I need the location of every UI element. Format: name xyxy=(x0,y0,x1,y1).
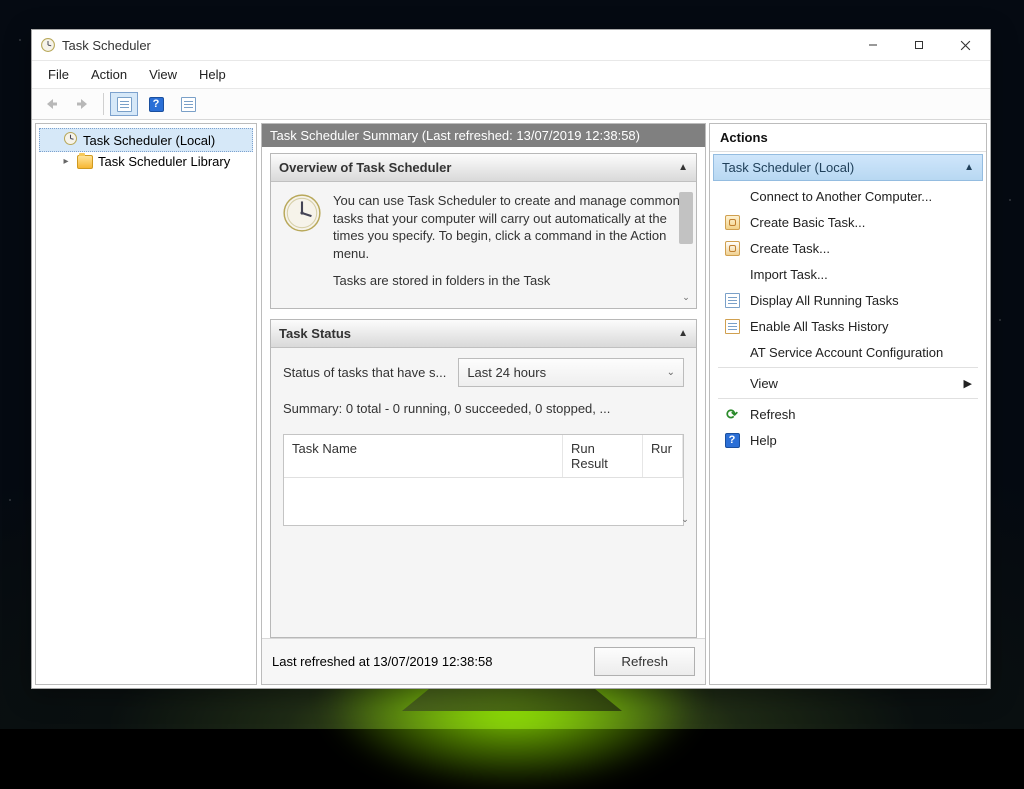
toolbar-help-button[interactable]: ? xyxy=(142,92,170,116)
tree-library-node[interactable]: ▸ Task Scheduler Library xyxy=(36,152,256,171)
task-status-section: Task Status ▲ Status of tasks that have … xyxy=(270,319,697,638)
help-icon: ? xyxy=(149,97,164,112)
help-icon: ? xyxy=(724,432,740,448)
overview-clock-icon xyxy=(281,192,323,302)
actions-scope-header[interactable]: Task Scheduler (Local) ▲ xyxy=(713,154,983,181)
summary-header: Task Scheduler Summary (Last refreshed: … xyxy=(262,124,705,147)
chevron-down-icon: ⌄ xyxy=(667,367,675,378)
nav-forward-button[interactable] xyxy=(69,92,97,116)
status-range-dropdown[interactable]: Last 24 hours ⌄ xyxy=(458,358,684,387)
toolbar-separator xyxy=(103,93,104,115)
scrollbar-down-icon[interactable]: ⌄ xyxy=(678,512,692,526)
task-status-body: Status of tasks that have s... Last 24 h… xyxy=(271,348,696,530)
window-title: Task Scheduler xyxy=(62,38,151,53)
action-label: View xyxy=(750,376,778,391)
refresh-icon: ⟳ xyxy=(724,406,740,422)
menubar: File Action View Help xyxy=(32,60,990,89)
overview-title: Overview of Task Scheduler xyxy=(279,160,451,175)
action-separator xyxy=(718,398,978,399)
scrollbar-down-icon[interactable]: ⌄ xyxy=(679,290,693,304)
task-scheduler-window: Task Scheduler File Action View Help xyxy=(31,29,991,689)
task-table: Task Name Run Result Rur xyxy=(283,434,684,526)
chevron-right-icon[interactable]: ▸ xyxy=(60,156,72,167)
col-run-result[interactable]: Run Result xyxy=(563,435,643,477)
actions-scope-label: Task Scheduler (Local) xyxy=(722,160,854,175)
titlebar[interactable]: Task Scheduler xyxy=(32,30,990,60)
menu-help[interactable]: Help xyxy=(189,65,236,84)
actions-list: Connect to Another Computer... Create Ba… xyxy=(710,181,986,455)
tree-root-label: Task Scheduler (Local) xyxy=(83,133,215,148)
tree-root-clock-icon xyxy=(63,131,78,149)
action-enable-history[interactable]: Enable All Tasks History xyxy=(710,313,986,339)
refresh-button[interactable]: Refresh xyxy=(594,647,695,676)
folder-icon xyxy=(77,155,93,169)
action-create-basic-task[interactable]: Create Basic Task... xyxy=(710,209,986,235)
app-clock-icon xyxy=(40,37,56,53)
actions-pane: Actions Task Scheduler (Local) ▲ Connect… xyxy=(709,123,987,685)
action-create-task[interactable]: Create Task... xyxy=(710,235,986,261)
scrollbar-thumb[interactable] xyxy=(679,192,693,244)
menu-file[interactable]: File xyxy=(38,65,79,84)
overview-header[interactable]: Overview of Task Scheduler ▲ xyxy=(271,154,696,182)
action-view-submenu[interactable]: View ▶ xyxy=(710,370,986,396)
task-status-title: Task Status xyxy=(279,326,351,341)
action-connect-computer[interactable]: Connect to Another Computer... xyxy=(710,183,986,209)
actions-title: Actions xyxy=(710,124,986,152)
action-label: Connect to Another Computer... xyxy=(750,189,932,204)
action-label: Display All Running Tasks xyxy=(750,293,899,308)
dropdown-value: Last 24 hours xyxy=(467,365,546,380)
toolbar: ? xyxy=(32,89,990,120)
collapse-caret-icon: ▲ xyxy=(678,162,688,173)
action-label: AT Service Account Configuration xyxy=(750,345,943,360)
basic-task-icon xyxy=(724,214,740,230)
action-label: Enable All Tasks History xyxy=(750,319,889,334)
maximize-button[interactable] xyxy=(896,30,942,60)
overview-section: Overview of Task Scheduler ▲ xyxy=(270,153,697,309)
action-separator xyxy=(718,367,978,368)
menu-action[interactable]: Action xyxy=(81,65,137,84)
action-label: Help xyxy=(750,433,777,448)
action-label: Refresh xyxy=(750,407,796,422)
task-table-header-row: Task Name Run Result Rur xyxy=(284,435,683,478)
action-display-running[interactable]: Display All Running Tasks xyxy=(710,287,986,313)
minimize-button[interactable] xyxy=(850,30,896,60)
show-hide-action-pane-button[interactable] xyxy=(174,92,202,116)
overview-body: You can use Task Scheduler to create and… xyxy=(271,182,696,308)
tree-library-label: Task Scheduler Library xyxy=(98,154,230,169)
overview-paragraph-1: You can use Task Scheduler to create and… xyxy=(333,192,686,262)
show-hide-console-tree-button[interactable] xyxy=(110,92,138,116)
action-pane-icon xyxy=(181,97,196,112)
action-label: Create Basic Task... xyxy=(750,215,865,230)
create-task-icon xyxy=(724,240,740,256)
menu-view[interactable]: View xyxy=(139,65,187,84)
overview-paragraph-2: Tasks are stored in folders in the Task xyxy=(333,272,686,290)
col-run-truncated[interactable]: Rur xyxy=(643,435,683,477)
overview-text: You can use Task Scheduler to create and… xyxy=(333,192,686,302)
tree-pane: ▸ Task Scheduler (Local) ▸ Task Schedule… xyxy=(35,123,257,685)
content-area: ▸ Task Scheduler (Local) ▸ Task Schedule… xyxy=(32,120,990,688)
status-range-label: Status of tasks that have s... xyxy=(283,365,446,380)
window-controls xyxy=(850,30,988,60)
running-tasks-icon xyxy=(724,292,740,308)
action-label: Import Task... xyxy=(750,267,828,282)
task-status-header[interactable]: Task Status ▲ xyxy=(271,320,696,348)
status-summary-line: Summary: 0 total - 0 running, 0 succeede… xyxy=(283,401,684,416)
action-at-service-config[interactable]: AT Service Account Configuration xyxy=(710,339,986,365)
col-task-name[interactable]: Task Name xyxy=(284,435,563,477)
history-icon xyxy=(724,318,740,334)
console-tree-icon xyxy=(117,97,132,112)
tree-root-node[interactable]: ▸ Task Scheduler (Local) xyxy=(39,128,253,152)
submenu-arrow-icon: ▶ xyxy=(964,377,972,390)
action-import-task[interactable]: Import Task... xyxy=(710,261,986,287)
action-label: Create Task... xyxy=(750,241,830,256)
action-refresh[interactable]: ⟳ Refresh xyxy=(710,401,986,427)
summary-pane: Task Scheduler Summary (Last refreshed: … xyxy=(261,123,706,685)
collapse-caret-icon: ▲ xyxy=(678,328,688,339)
nav-back-button[interactable] xyxy=(37,92,65,116)
action-help[interactable]: ? Help xyxy=(710,427,986,453)
collapse-caret-icon: ▲ xyxy=(964,162,974,173)
close-button[interactable] xyxy=(942,30,988,60)
summary-footer: Last refreshed at 13/07/2019 12:38:58 Re… xyxy=(262,638,705,684)
last-refreshed-label: Last refreshed at 13/07/2019 12:38:58 xyxy=(272,654,492,669)
